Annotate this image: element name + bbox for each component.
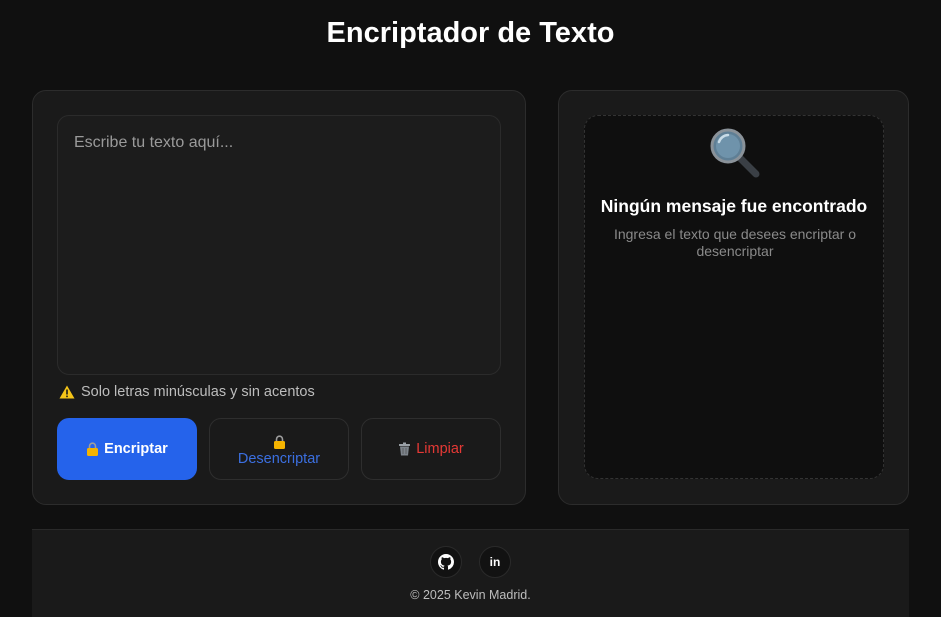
github-link[interactable] — [430, 546, 462, 578]
footer: in © 2025 Kevin Madrid. — [32, 529, 909, 617]
page: Encriptador de Texto Solo letras minúscu… — [0, 0, 941, 617]
github-icon — [438, 554, 454, 570]
linkedin-icon: in — [489, 555, 501, 569]
warning-note: Solo letras minúsculas y sin acentos — [59, 384, 315, 400]
decrypt-button[interactable]: Desencriptar — [209, 418, 349, 480]
linkedin-link[interactable]: in — [479, 546, 511, 578]
output-heading: Ningún mensaje fue encontrado — [600, 196, 868, 216]
text-input[interactable] — [57, 115, 501, 375]
clear-button[interactable]: Limpiar — [361, 418, 501, 480]
encrypt-button[interactable]: Encriptar — [57, 418, 197, 480]
page-title: Encriptador de Texto — [326, 17, 615, 49]
warning-icon — [59, 385, 75, 399]
lock-icon — [273, 434, 285, 449]
clear-label: Limpiar — [416, 441, 464, 457]
output-subtext: Ingresa el texto que desees encriptar o … — [613, 226, 857, 259]
lock-icon — [87, 442, 99, 456]
output-area: Ningún mensaje fue encontrado Ingresa el… — [584, 115, 884, 479]
output-card: Ningún mensaje fue encontrado Ingresa el… — [558, 90, 909, 505]
encrypt-label: Encriptar — [104, 441, 168, 457]
warning-text: Solo letras minúsculas y sin acentos — [81, 384, 315, 400]
decrypt-label: Desencriptar — [237, 450, 321, 467]
trash-icon — [399, 442, 411, 456]
copyright-text: © 2025 Kevin Madrid. — [410, 588, 531, 602]
input-card: Solo letras minúsculas y sin acentos Enc… — [32, 90, 526, 505]
search-icon — [710, 128, 760, 178]
